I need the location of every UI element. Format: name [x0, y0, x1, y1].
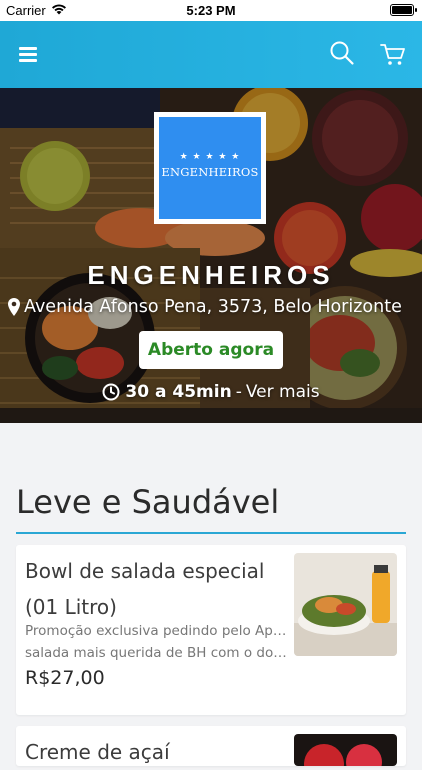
store-logo: ★ ★ ★ ★ ★ ENGENHEIROS	[154, 112, 266, 224]
product-card[interactable]: Bowl de salada especial (01 Litro) Promo…	[16, 545, 406, 715]
see-more-link[interactable]: Ver mais	[246, 382, 320, 402]
product-description-line: salada mais querida de BH com o dobro de	[25, 645, 287, 661]
top-navbar	[0, 21, 422, 88]
status-bar: Carrier 5:23 PM	[0, 0, 422, 21]
store-hero-banner: ★ ★ ★ ★ ★ ENGENHEIROS ENGENHEIROS Avenid…	[0, 88, 422, 423]
battery-icon	[390, 4, 417, 16]
product-title: Creme de açaí	[25, 740, 170, 764]
clock-time: 5:23 PM	[186, 3, 236, 18]
product-image	[294, 553, 397, 656]
product-price: R$27,00	[25, 667, 105, 689]
delivery-time: 30 a 45min	[125, 382, 232, 402]
open-status-badge[interactable]: Aberto agora	[139, 331, 283, 369]
delivery-separator: -	[235, 382, 242, 402]
store-address: Avenida Afonso Pena, 3573, Belo Horizont…	[7, 297, 417, 317]
clock-icon	[102, 383, 120, 401]
product-title: Bowl de salada especial (01 Litro)	[25, 559, 265, 619]
section-divider	[16, 532, 406, 534]
product-card[interactable]: Creme de açaí	[16, 726, 406, 766]
hamburger-menu-icon[interactable]	[14, 41, 42, 69]
product-image	[294, 734, 397, 766]
address-text: Avenida Afonso Pena, 3573, Belo Horizont…	[24, 297, 402, 317]
logo-stars: ★ ★ ★ ★ ★	[179, 151, 241, 162]
section-title: Leve e Saudável	[16, 483, 280, 521]
search-icon[interactable]	[328, 39, 356, 67]
product-description: Promoção exclusiva pedindo pelo App! A s…	[25, 620, 287, 664]
location-pin-icon	[8, 298, 20, 316]
cart-icon[interactable]	[378, 39, 408, 69]
logo-brand-text: ENGENHEIROS	[161, 164, 259, 179]
delivery-info: 30 a 45min - Ver mais	[0, 382, 422, 402]
store-name: ENGENHEIROS	[87, 260, 335, 290]
product-description-line: Promoção exclusiva pedindo pelo App! A	[25, 623, 287, 639]
